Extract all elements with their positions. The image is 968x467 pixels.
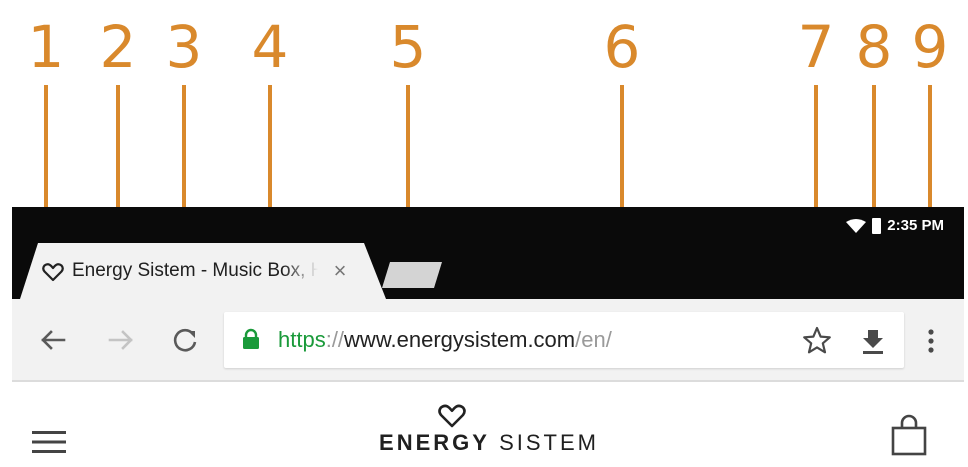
reload-icon[interactable]: [168, 323, 202, 357]
url-text[interactable]: https://www.energysistem.com/en/: [278, 324, 612, 356]
status-icons: 2:35 PM: [846, 217, 944, 234]
url-separator: ://: [325, 327, 345, 352]
site-logo[interactable]: ENERGY SISTEM: [376, 404, 602, 460]
forward-arrow-icon[interactable]: [104, 323, 138, 357]
heart-icon: [438, 404, 466, 428]
back-arrow-icon[interactable]: [36, 323, 70, 357]
shopping-bag-icon[interactable]: [888, 414, 930, 456]
download-icon[interactable]: [856, 324, 890, 358]
new-tab-button[interactable]: [382, 262, 442, 288]
callout-3: 3: [165, 13, 203, 81]
callout-9: 9: [911, 13, 949, 81]
lock-icon[interactable]: [242, 328, 260, 350]
url-host: www.energysistem.com: [344, 327, 576, 352]
star-icon[interactable]: [800, 324, 834, 358]
url-path: /en/: [575, 327, 612, 352]
callout-2: 2: [99, 13, 137, 81]
logo-wordmark: ENERGY SISTEM: [376, 430, 602, 456]
callout-8: 8: [855, 13, 893, 81]
logo-light: SISTEM: [499, 430, 599, 455]
logo-bold: ENERGY: [379, 430, 490, 455]
url-scheme: https: [278, 327, 326, 352]
callout-6: 6: [603, 13, 641, 81]
callout-5: 5: [389, 13, 427, 81]
hamburger-icon[interactable]: [32, 428, 66, 456]
status-time: 2:35 PM: [887, 217, 944, 234]
more-vert-icon[interactable]: [914, 324, 948, 358]
battery-icon: [872, 217, 882, 234]
status-bar: 2:35 PM: [12, 207, 964, 247]
callout-7: 7: [797, 13, 835, 81]
tab-title: Energy Sistem - Music Box, Headphones: [72, 260, 318, 281]
callout-1: 1: [27, 13, 65, 81]
tab-close-button[interactable]: ×: [328, 258, 352, 284]
wifi-icon: [846, 218, 867, 233]
heart-icon: [42, 263, 64, 282]
callout-4: 4: [251, 13, 289, 81]
